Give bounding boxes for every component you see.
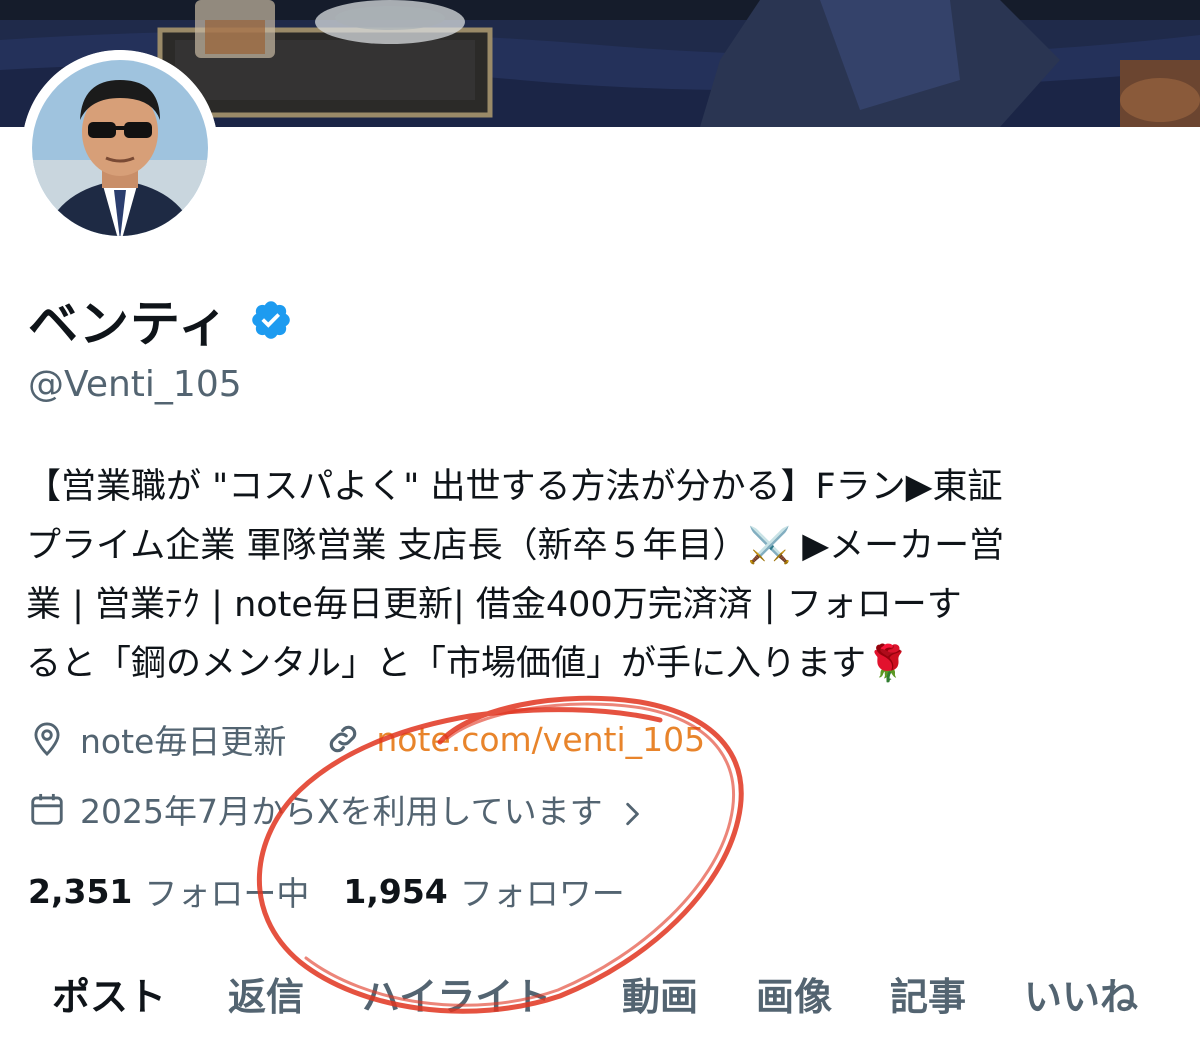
- profile-avatar[interactable]: [22, 50, 218, 246]
- profile-bio: 【営業職が "コスパよく" 出世する方法が分かる】Fラン▶東証 プライム企業 軍…: [26, 458, 1176, 694]
- location-pin-icon: [28, 720, 66, 758]
- profile-tabs: ポスト 返信 ハイライト 動画 画像 記事 いいね: [0, 966, 1200, 1032]
- tab-videos[interactable]: 動画: [622, 966, 698, 1021]
- bio-line: 【営業職が "コスパよく" 出世する方法が分かる】Fラン▶東証: [26, 467, 1003, 507]
- profile-handle: @Venti_105: [28, 364, 242, 405]
- followers-count: 1,954: [343, 871, 448, 911]
- followers-link[interactable]: 1,954 フォロワー: [343, 867, 624, 915]
- tab-highlights[interactable]: ハイライト: [362, 966, 551, 1021]
- verified-badge-icon[interactable]: [249, 298, 293, 342]
- followers-label: フォロワー: [459, 874, 625, 913]
- joined-text: 2025年7月からXを利用しています: [80, 792, 603, 831]
- tab-images[interactable]: 画像: [756, 966, 832, 1021]
- location-item: note毎日更新: [28, 715, 286, 763]
- following-count: 2,351: [28, 871, 133, 911]
- website-item[interactable]: note.com/venti_105: [324, 720, 705, 759]
- location-text: note毎日更新: [80, 722, 287, 761]
- link-icon: [324, 720, 362, 758]
- profile-name-row: ベンティ: [28, 288, 293, 353]
- bio-line: プライム企業 軍隊営業 支店長（新卒５年目）⚔️ ▶メーカー営: [26, 526, 1005, 566]
- display-name: ベンティ: [28, 295, 229, 353]
- profile-page: ベンティ @Venti_105 【営業職が "コスパよく" 出世する方法が分かる…: [0, 0, 1200, 1038]
- tab-articles[interactable]: 記事: [890, 966, 966, 1021]
- chevron-right-icon: [619, 796, 645, 826]
- following-link[interactable]: 2,351 フォロー中: [28, 867, 309, 915]
- follow-stats: 2,351 フォロー中 1,954 フォロワー: [28, 866, 625, 916]
- joined-row[interactable]: 2025年7月からXを利用しています: [28, 784, 645, 834]
- tab-replies[interactable]: 返信: [228, 966, 304, 1021]
- tab-posts[interactable]: ポスト: [52, 966, 166, 1021]
- bio-line: ると「鋼のメンタル」と「市場価値」が手に入ります🌹: [26, 644, 910, 684]
- profile-meta-row: note毎日更新 note.com/venti_105: [28, 714, 705, 764]
- website-link[interactable]: note.com/venti_105: [376, 720, 705, 759]
- following-label: フォロー中: [144, 874, 310, 913]
- bio-line: 業 | 営業ﾃｸ | note毎日更新| 借金400万完済済 | フォローす: [26, 585, 962, 625]
- calendar-icon: [28, 790, 66, 828]
- tab-likes[interactable]: いいね: [1024, 966, 1138, 1021]
